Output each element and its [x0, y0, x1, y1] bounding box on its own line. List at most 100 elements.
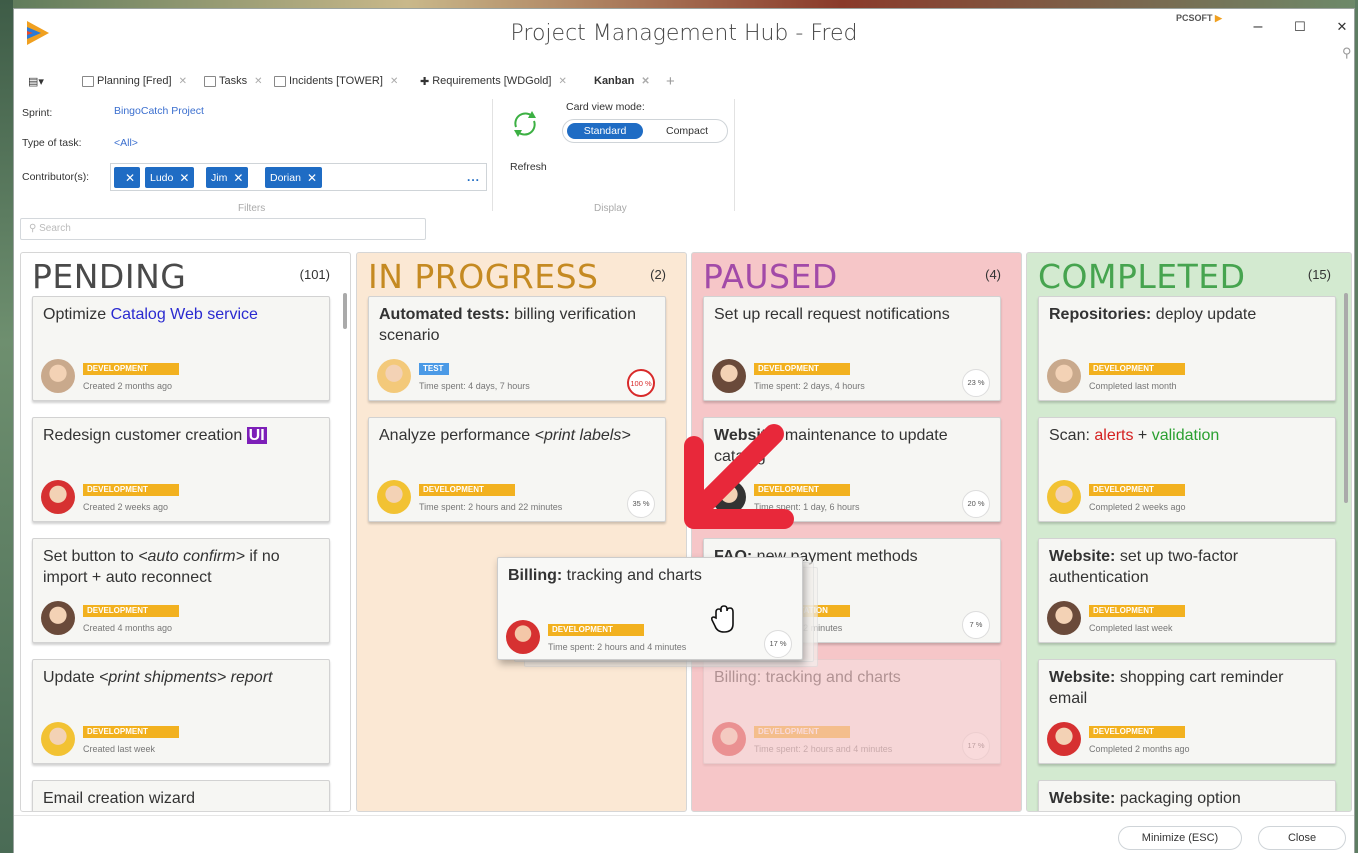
- task-card[interactable]: Analyze performance <print labels> DEVELO…: [368, 417, 666, 522]
- tab-incidents[interactable]: Incidents [TOWER] ✕: [274, 72, 398, 90]
- filters-group-label: Filters: [238, 203, 266, 214]
- task-card[interactable]: Automated tests: billing verification sc…: [368, 296, 666, 401]
- card-title: Automated tests: billing verification sc…: [379, 306, 636, 344]
- close-tab-icon[interactable]: ✕: [641, 76, 649, 87]
- task-type-tag: DEVELOPMENT: [1089, 605, 1185, 617]
- more-contributors-button[interactable]: ...: [467, 170, 480, 184]
- column-scrollbar[interactable]: [1344, 293, 1348, 503]
- task-type-selector[interactable]: <All>: [114, 137, 138, 149]
- column-title: PAUSED: [703, 257, 838, 296]
- chip-label: Jim: [211, 171, 228, 184]
- standard-mode-button[interactable]: Standard: [567, 123, 643, 139]
- progress-gauge: 35 %: [627, 490, 655, 518]
- avatar: [41, 601, 75, 635]
- task-type-tag: DEVELOPMENT: [1089, 363, 1185, 375]
- display-group-label: Display: [594, 203, 627, 214]
- contributor-chip-dorian[interactable]: Dorian ✕: [265, 167, 322, 188]
- column-count: (2): [650, 267, 666, 282]
- avatar: [377, 480, 411, 514]
- task-card[interactable]: Redesign customer creation UI DEVELOPMENT…: [32, 417, 330, 522]
- dragged-card[interactable]: Billing: tracking and charts DEVELOPMENT…: [497, 557, 803, 660]
- minimize-window-button[interactable]: –: [1242, 15, 1274, 39]
- column-title: PENDING: [32, 257, 187, 296]
- chip-label: Ludo: [150, 171, 174, 184]
- contributor-chip[interactable]: ✕: [114, 167, 140, 188]
- vendor-text: PCSOFT: [1176, 13, 1213, 23]
- card-title: Repositories: deploy update: [1049, 306, 1257, 323]
- card-status-text: Created 4 months ago: [83, 623, 173, 633]
- add-tab-button[interactable]: +: [666, 72, 675, 90]
- avatar: [1047, 722, 1081, 756]
- calendar-icon: [82, 75, 94, 87]
- ribbon-divider: [734, 99, 735, 211]
- refresh-icon[interactable]: [508, 107, 542, 141]
- avatar: [1047, 601, 1081, 635]
- card-title: Website: shopping cart reminder email: [1049, 669, 1284, 707]
- progress-gauge: 100 %: [627, 369, 655, 397]
- task-type-tag: DEVELOPMENT: [83, 484, 179, 496]
- tab-tasks[interactable]: Tasks ✕: [204, 72, 263, 90]
- remove-chip-icon[interactable]: ✕: [125, 171, 135, 185]
- sprint-label: Sprint:: [22, 107, 53, 119]
- task-card[interactable]: Email creation wizard: [32, 780, 330, 811]
- remove-chip-icon[interactable]: ✕: [307, 171, 317, 185]
- card-view-label: Card view mode:: [566, 101, 645, 113]
- column-title: IN PROGRESS: [368, 257, 599, 296]
- close-tab-icon[interactable]: ✕: [390, 76, 398, 87]
- remove-chip-icon[interactable]: ✕: [179, 171, 189, 185]
- task-type-tag: DEVELOPMENT: [1089, 726, 1185, 738]
- tab-menu-button[interactable]: ▤▾: [28, 72, 44, 90]
- task-card[interactable]: Set up recall request notifications DEVEL…: [703, 296, 1001, 401]
- card-title: Website: set up two-factor authenticatio…: [1049, 548, 1239, 586]
- tab-requirements[interactable]: ✚ Requirements [WDGold] ✕: [420, 72, 567, 90]
- search-input[interactable]: ⚲ Search: [20, 218, 426, 240]
- contributor-chip-jim[interactable]: Jim ✕: [206, 167, 249, 188]
- compact-mode-button[interactable]: Compact: [651, 123, 723, 139]
- task-card[interactable]: Website: shopping cart reminder email DEV…: [1038, 659, 1336, 764]
- card-status-text: Time spent: 2 hours and 4 minutes: [754, 744, 893, 754]
- card-status-text: Time spent: 4 days, 7 hours: [419, 381, 530, 391]
- close-tab-icon[interactable]: ✕: [254, 76, 262, 87]
- card-title: Optimize Catalog Web service: [43, 306, 258, 323]
- close-tab-icon[interactable]: ✕: [558, 76, 566, 87]
- column-count: (15): [1307, 267, 1331, 282]
- close-window-button[interactable]: ✕: [1326, 15, 1358, 39]
- search-icon: ⚲: [29, 223, 37, 234]
- task-card[interactable]: Update <print shipments> report DEVELOPME…: [32, 659, 330, 764]
- task-type-tag: DEVELOPMENT: [754, 363, 850, 375]
- tab-planning[interactable]: Planning [Fred] ✕: [82, 72, 187, 90]
- task-card[interactable]: Website: set up two-factor authenticatio…: [1038, 538, 1336, 643]
- task-card[interactable]: Scan: alerts + validation DEVELOPMENT Comp…: [1038, 417, 1336, 522]
- card-title-prefix: Billing:: [508, 567, 563, 584]
- contributor-chip-ludo[interactable]: Ludo ✕: [145, 167, 195, 188]
- search-icon[interactable]: ⚲: [1342, 45, 1352, 61]
- column-scrollbar[interactable]: [343, 293, 347, 329]
- tab-kanban[interactable]: Kanban ✕: [594, 72, 650, 90]
- task-card[interactable]: Optimize Catalog Web service DEVELOPMENT C…: [32, 296, 330, 401]
- task-card[interactable]: Billing: tracking and charts DEVELOPMENT T…: [703, 659, 1001, 764]
- minimize-button[interactable]: Minimize (ESC): [1118, 826, 1242, 850]
- window-title: Project Management Hub - Fred: [510, 21, 858, 46]
- chip-label: Dorian: [270, 171, 301, 184]
- task-type-tag: DEVELOPMENT: [548, 624, 644, 636]
- sprint-selector[interactable]: BingoCatch Project: [114, 105, 204, 117]
- maximize-window-button[interactable]: ☐: [1284, 15, 1316, 39]
- column-count: (101): [299, 267, 330, 282]
- document-icon: [204, 75, 216, 87]
- remove-chip-icon[interactable]: ✕: [233, 171, 243, 185]
- column-completed: COMPLETED (15) Repositories: deploy update…: [1026, 252, 1352, 812]
- progress-gauge: 20 %: [962, 490, 990, 518]
- progress-gauge: 7 %: [962, 611, 990, 639]
- card-title: Billing: tracking and charts: [508, 565, 770, 586]
- contributors-field[interactable]: ✕ Ludo ✕ Jim ✕ Dorian ✕ ...: [110, 163, 487, 191]
- refresh-button[interactable]: Refresh: [510, 161, 547, 173]
- close-button[interactable]: Close: [1258, 826, 1346, 850]
- close-tab-icon[interactable]: ✕: [179, 76, 187, 87]
- tab-label: Incidents [TOWER]: [289, 75, 383, 87]
- task-card[interactable]: Repositories: deploy update DEVELOPMENT Co…: [1038, 296, 1336, 401]
- task-card[interactable]: Website: packaging option: [1038, 780, 1336, 811]
- tab-label: Kanban: [594, 75, 635, 87]
- menu-grid-icon: ▤▾: [28, 75, 44, 88]
- task-card[interactable]: Set button to <auto confirm> if no impor…: [32, 538, 330, 643]
- vendor-logo: PCSOFT ▶: [1176, 13, 1222, 23]
